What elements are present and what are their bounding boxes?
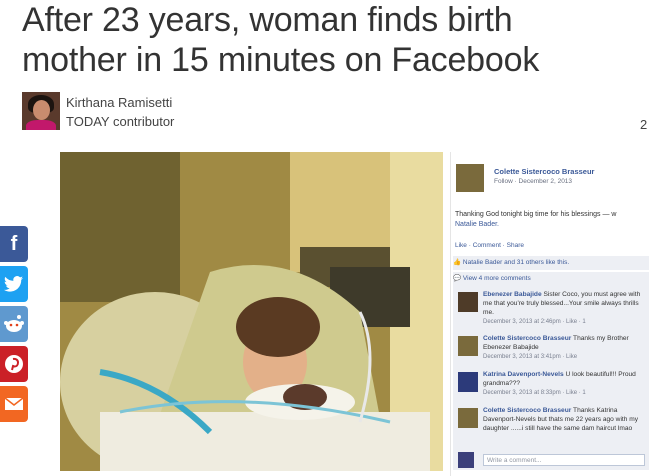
thumbs-up-icon: 👍 (453, 259, 462, 266)
author-name[interactable]: Kirthana Ramisetti (66, 95, 172, 110)
comment-item: Colette Sistercoco Brasseur Thanks my Br… (453, 334, 649, 368)
post-status: Thanking God tonight big time for his bl… (455, 210, 650, 230)
commenter-avatar[interactable] (458, 336, 478, 356)
write-comment-row: Write a comment... (453, 450, 649, 470)
status-text: Thanking God tonight big time for his bl… (455, 211, 617, 218)
likes-row: 👍 Natalie Bader and 31 others like this. (453, 256, 649, 270)
commenter-name[interactable]: Colette Sistercoco Brasseur (483, 335, 571, 342)
commenter-name[interactable]: Colette Sistercoco Brasseur (483, 407, 571, 414)
poster-name[interactable]: Colette Sistercoco Brasseur (494, 167, 594, 176)
article-date: 2 (640, 117, 648, 132)
comment-meta: December 3, 2013 at 3:41pm · Like (483, 354, 578, 360)
twitter-share-icon[interactable] (0, 266, 28, 302)
viewer-avatar (458, 452, 474, 468)
author-role: TODAY contributor (66, 114, 175, 129)
headline-line-1: After 23 years, woman finds birth (22, 1, 513, 39)
commenter-name[interactable]: Ebenezer Babajide (483, 291, 542, 298)
comment-meta: December 3, 2013 at 2:46pm · Like · 1 (483, 319, 586, 325)
article-headline: After 23 years, woman finds birth mother… (22, 0, 650, 80)
author-avatar[interactable] (22, 92, 60, 130)
facebook-share-icon[interactable]: f (0, 226, 28, 262)
email-share-icon[interactable] (0, 386, 28, 422)
comments-list: Ebenezer Babajide Sister Coco, you must … (453, 286, 649, 452)
pinterest-share-icon[interactable] (0, 346, 28, 382)
comment-item: Katrina Davenport-Nevels U look beautifu… (453, 370, 649, 404)
article-photo (60, 152, 443, 471)
more-comments-text[interactable]: View 4 more comments (463, 275, 531, 282)
likes-text[interactable]: Natalie Bader and 31 others like this. (463, 259, 569, 266)
commenter-avatar[interactable] (458, 408, 478, 428)
status-tag-link[interactable]: Natalie Bader. (455, 221, 499, 228)
poster-avatar[interactable] (456, 164, 484, 192)
reddit-share-icon[interactable] (0, 306, 28, 342)
commenter-avatar[interactable] (458, 292, 478, 312)
comment-input[interactable]: Write a comment... (483, 454, 645, 466)
view-more-comments[interactable]: 💬 View 4 more comments (453, 272, 649, 286)
post-meta: Follow · December 2, 2013 (494, 178, 573, 185)
headline-line-2: mother in 15 minutes on Facebook (22, 41, 540, 79)
comment-meta: December 3, 2013 at 8:33pm · Like · 1 (483, 390, 586, 396)
comment-item: Colette Sistercoco Brasseur Thanks Katri… (453, 406, 649, 450)
facebook-post-embed: Colette Sistercoco Brasseur Follow · Dec… (450, 152, 650, 476)
comment-item: Ebenezer Babajide Sister Coco, you must … (453, 290, 649, 336)
commenter-avatar[interactable] (458, 372, 478, 392)
comment-bubble-icon: 💬 (453, 275, 462, 282)
post-actions[interactable]: Like · Comment · Share (455, 242, 524, 249)
post-header: Colette Sistercoco Brasseur Follow · Dec… (456, 164, 646, 200)
commenter-name[interactable]: Katrina Davenport-Nevels (483, 371, 564, 378)
